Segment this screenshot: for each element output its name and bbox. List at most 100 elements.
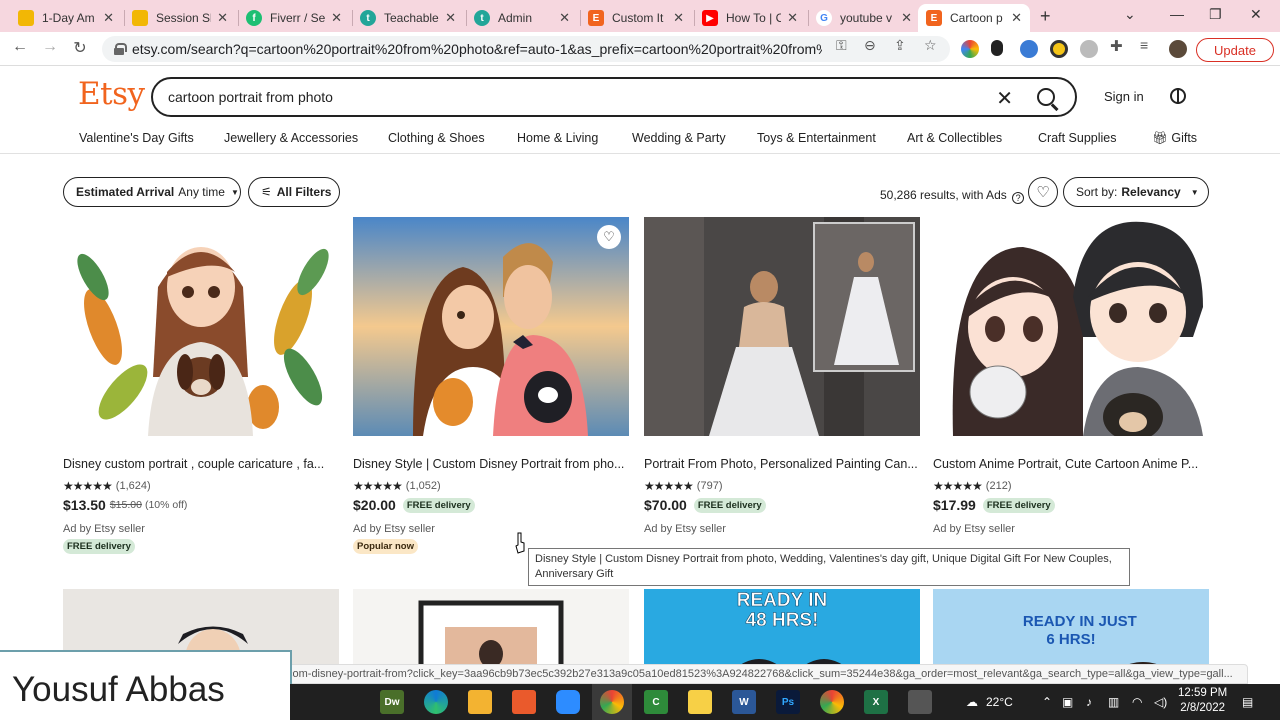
volume-icon[interactable]: ◁) (1154, 695, 1167, 709)
product-image[interactable] (644, 217, 920, 436)
close-icon[interactable]: ✕ (901, 10, 912, 26)
restore-icon[interactable]: ❐ (1209, 6, 1222, 23)
sticky-notes-icon[interactable] (688, 690, 712, 714)
product-image[interactable] (933, 217, 1209, 436)
word-icon[interactable]: W (732, 690, 756, 714)
product-image[interactable]: ♡ (353, 217, 629, 436)
chevron-up-icon[interactable]: ⌃ (1042, 695, 1052, 709)
puzzle-icon[interactable]: ✚ (1110, 37, 1123, 55)
tray-icon[interactable]: ▣ (1062, 695, 1073, 709)
browser-tab[interactable]: t Admin ✕ (466, 4, 578, 32)
dreamweaver-icon[interactable]: Dw (380, 690, 404, 714)
category-link[interactable]: Wedding & Party (632, 131, 726, 145)
browser-tab[interactable]: E Custom It ✕ (580, 4, 692, 32)
forward-icon[interactable]: → (40, 38, 60, 56)
browser-tab[interactable]: f Fiverr / Se ✕ (238, 4, 350, 32)
weather-icon[interactable]: ☁ (966, 695, 978, 709)
avatar[interactable] (1169, 40, 1187, 58)
photoshop-icon[interactable]: Ps (776, 690, 800, 714)
zoom-icon[interactable]: ⊖ (864, 37, 876, 54)
extension-icon[interactable] (961, 40, 979, 58)
close-window-icon[interactable]: ✕ (1250, 6, 1262, 23)
sign-in-link[interactable]: Sign in (1104, 89, 1144, 104)
favorite-button[interactable]: ♡ (597, 225, 621, 249)
category-link-gifts[interactable]: 🎁︎ Gifts (1152, 131, 1197, 146)
browser-tab[interactable]: Session Sl ✕ (124, 4, 236, 32)
close-icon[interactable]: ✕ (103, 10, 114, 26)
product-card[interactable]: Disney custom portrait , couple caricatu… (63, 217, 339, 554)
update-button[interactable]: Update (1196, 38, 1274, 62)
star-icon[interactable]: ☆ (924, 37, 937, 54)
basket-icon[interactable] (1170, 88, 1186, 104)
minimize-icon[interactable]: — (1170, 6, 1184, 22)
excel-icon[interactable]: X (864, 690, 888, 714)
product-card[interactable]: Portrait From Photo, Personalized Painti… (644, 217, 920, 535)
search-query: cartoon portrait from photo (168, 89, 333, 105)
extension-icon[interactable] (1050, 40, 1068, 58)
product-image[interactable] (63, 217, 339, 436)
close-icon[interactable]: ✕ (217, 10, 228, 26)
browser-tab[interactable]: 1-Day Am ✕ (10, 4, 122, 32)
close-icon[interactable]: ✕ (445, 10, 456, 26)
close-icon[interactable]: ✕ (787, 10, 798, 26)
folder-icon[interactable] (468, 690, 492, 714)
product-card[interactable]: Custom Anime Portrait, Cute Cartoon Anim… (933, 217, 1209, 535)
zoom-app-icon[interactable] (556, 690, 580, 714)
etsy-logo[interactable]: Etsy (78, 76, 145, 112)
product-title[interactable]: Disney Style | Custom Disney Portrait fr… (353, 457, 629, 471)
back-icon[interactable]: ← (10, 38, 30, 56)
browser-tab[interactable]: G youtube v ✕ (808, 4, 920, 32)
share-icon[interactable]: ⇪ (894, 37, 906, 54)
network-icon[interactable]: ▥ (1108, 695, 1119, 709)
wifi-icon[interactable]: ◠ (1132, 695, 1142, 709)
chrome-icon[interactable] (820, 690, 844, 714)
temperature[interactable]: 22°C (986, 695, 1013, 709)
close-icon[interactable]: ✕ (673, 10, 684, 26)
product-title[interactable]: Custom Anime Portrait, Cute Cartoon Anim… (933, 457, 1209, 471)
search-icon[interactable] (1037, 88, 1055, 106)
key-icon[interactable]: ⚿ (836, 37, 847, 54)
calculator-icon[interactable] (908, 690, 932, 714)
browser-tab[interactable]: t Teachable ✕ (352, 4, 464, 32)
category-link[interactable]: Valentine's Day Gifts (79, 131, 194, 145)
product-card[interactable]: ♡ Disney Style | Custom Disney Portrait … (353, 217, 629, 554)
category-link[interactable]: Jewellery & Accessories (224, 131, 358, 145)
chevron-down-icon[interactable]: ⌄ (1124, 6, 1136, 23)
category-link[interactable]: Toys & Entertainment (757, 131, 876, 145)
all-filters-button[interactable]: ⚟ All Filters (248, 177, 340, 207)
chrome-icon[interactable] (600, 690, 624, 714)
browser-tab-active[interactable]: E Cartoon p ✕ (918, 4, 1030, 32)
close-icon[interactable]: ✕ (559, 10, 570, 26)
camtasia-icon[interactable]: C (644, 690, 668, 714)
category-link[interactable]: Art & Collectibles (907, 131, 1002, 145)
sort-dropdown[interactable]: Sort by: Relevancy ▼ (1063, 177, 1209, 207)
reload-icon[interactable]: ↻ (70, 38, 90, 58)
browser-tab[interactable]: ▶ How To | C ✕ (694, 4, 806, 32)
category-link[interactable]: Clothing & Shoes (388, 131, 485, 145)
edge-icon[interactable] (424, 690, 448, 714)
stars-icon: ★★★★★ (353, 479, 403, 493)
extension-icon[interactable] (991, 40, 1003, 56)
app-icon[interactable] (512, 690, 536, 714)
microphone-icon[interactable]: ♪ (1086, 695, 1092, 709)
help-icon[interactable]: ? (1012, 192, 1025, 204)
notification-icon[interactable]: ▤ (1242, 695, 1253, 709)
category-link[interactable]: Craft Supplies (1038, 131, 1117, 145)
save-search-button[interactable]: ♡ (1028, 177, 1058, 207)
close-icon[interactable]: ✕ (331, 10, 342, 26)
category-link[interactable]: Home & Living (517, 131, 598, 145)
media-icon[interactable]: ≡ (1140, 37, 1148, 53)
estimated-arrival-filter[interactable]: Estimated Arrival Any time ▼ (63, 177, 241, 207)
address-bar[interactable]: etsy.com/search?q=cartoon%20portrait%20f… (102, 36, 950, 62)
product-title[interactable]: Portrait From Photo, Personalized Painti… (644, 457, 920, 471)
extension-icon[interactable] (1020, 40, 1038, 58)
heart-icon: ♡ (603, 229, 615, 244)
clear-icon[interactable]: ✕ (996, 86, 1013, 111)
new-tab-button[interactable]: + (1040, 6, 1051, 27)
extension-icon[interactable] (1080, 40, 1098, 58)
product-title[interactable]: Disney custom portrait , couple caricatu… (63, 457, 339, 471)
search-input[interactable]: cartoon portrait from photo ✕ (151, 77, 1077, 117)
taskbar: Dw C W Ps X ☁ 22°C ⌃ ▣ ♪ ▥ ◠ ◁) ▤ (290, 684, 1280, 720)
clock[interactable]: 12:59 PM 2/8/2022 (1178, 686, 1227, 716)
close-icon[interactable]: ✕ (1011, 10, 1022, 26)
